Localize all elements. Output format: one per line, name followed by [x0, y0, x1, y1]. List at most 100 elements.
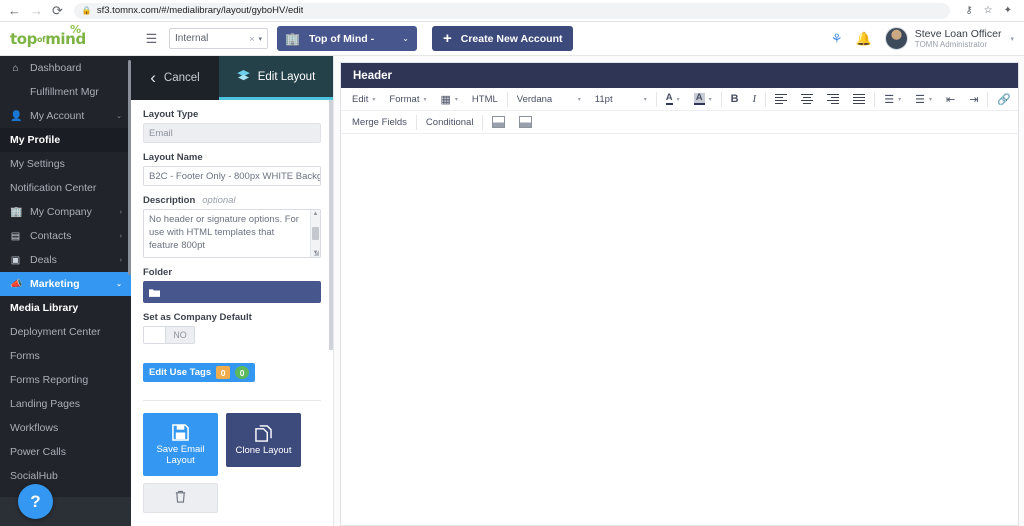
align-right-button[interactable]: [820, 90, 846, 109]
sidebar-item-marketing[interactable]: 📣 Marketing ⌄: [0, 272, 131, 296]
sidebar-item-my-settings[interactable]: My Settings: [0, 152, 131, 176]
sidebar-item-forms-reporting[interactable]: Forms Reporting: [0, 368, 131, 392]
table-menu[interactable]: ▦ ▾: [434, 90, 465, 109]
company-default-toggle[interactable]: NO: [143, 326, 195, 344]
scroll-thumb[interactable]: [312, 227, 319, 240]
app-logo[interactable]: topofmind %: [0, 23, 131, 48]
sidebar-item-socialhub[interactable]: SocialHub: [0, 464, 131, 488]
key-icon[interactable]: ⚷: [965, 5, 972, 16]
address-bar-url: sf3.tomnx.com/#/medialibrary/layout/gybo…: [96, 5, 304, 16]
internal-select[interactable]: Internal × ▾: [169, 28, 268, 49]
clone-layout-button[interactable]: Clone Layout: [226, 413, 301, 467]
clear-icon[interactable]: ×: [249, 34, 254, 44]
bell-icon[interactable]: 🔔: [856, 32, 872, 45]
bug-icon[interactable]: ⚘: [831, 32, 843, 45]
bold-button[interactable]: B: [724, 90, 746, 109]
user-menu[interactable]: Steve Loan Officer TOMN Administrator ▾: [884, 27, 1014, 50]
logo-top: top: [10, 29, 38, 48]
sidebar-item-deals[interactable]: ▣ Deals ›: [0, 248, 131, 272]
panel-tabbar: ‹ Cancel Edit Layout: [131, 56, 333, 100]
logo-text: topofmind %: [10, 23, 86, 48]
save-email-layout-button[interactable]: Save Email Layout: [143, 413, 218, 476]
sidebar-item-fulfillment-mgr[interactable]: Fulfillment Mgr: [0, 80, 131, 104]
align-left-button[interactable]: [768, 90, 794, 109]
sidebar-item-deployment-center[interactable]: Deployment Center: [0, 320, 131, 344]
sidebar-item-workflows[interactable]: Workflows: [0, 416, 131, 440]
indent-button[interactable]: ⇥: [962, 90, 985, 109]
chevron-down-icon: ▾: [1010, 35, 1014, 43]
format-menu[interactable]: Format ▾: [382, 90, 433, 109]
sidebar-item-my-company[interactable]: 🏢 My Company ›: [0, 200, 131, 224]
sidebar-item-my-profile[interactable]: My Profile: [0, 128, 131, 152]
sidebar-item-landing-pages[interactable]: Landing Pages: [0, 392, 131, 416]
description-textarea[interactable]: No header or signature options. For use …: [143, 209, 321, 258]
delete-layout-button[interactable]: [143, 483, 218, 513]
chevron-down-icon: ▾: [258, 35, 262, 43]
align-center-button[interactable]: [794, 90, 820, 109]
sidebar-collapse-icon[interactable]: ☰: [143, 30, 160, 47]
sidebar-item-label: Media Library: [10, 302, 79, 314]
insert-image-button[interactable]: [485, 113, 512, 132]
outdent-button[interactable]: ⇤: [939, 90, 962, 109]
user-text: Steve Loan Officer TOMN Administrator: [915, 28, 1002, 49]
contacts-icon: ▤: [10, 230, 21, 242]
user-icon: 👤: [10, 110, 23, 122]
sidebar-item-power-calls[interactable]: Power Calls: [0, 440, 131, 464]
font-size-select[interactable]: 11pt ▾: [588, 90, 654, 109]
editor-canvas[interactable]: [341, 134, 1019, 464]
layout-name-label: Layout Name: [143, 152, 203, 163]
header-tools: ☰ Internal × ▾ 🏢 Top of Mind - ⌄ + Creat…: [131, 26, 574, 51]
edit-menu[interactable]: Edit ▾: [345, 90, 382, 109]
sidebar-item-notification-center[interactable]: Notification Center: [0, 176, 131, 200]
chevron-down-icon: ▾: [423, 96, 427, 103]
create-new-account-button[interactable]: + Create New Account: [432, 26, 574, 51]
editor-card: Header Edit ▾ Format ▾ ▦ ▾ HTML Verdana …: [340, 62, 1020, 526]
font-family-select[interactable]: Verdana ▾: [510, 90, 588, 109]
highlight-color-button[interactable]: A ▾: [687, 90, 719, 109]
account-select[interactable]: 🏢 Top of Mind - ⌄: [277, 26, 417, 51]
sidebar-item-my-account[interactable]: 👤 My Account ⌄: [0, 104, 131, 128]
insert-link-button[interactable]: 🔗: [990, 90, 1018, 109]
link-icon: 🔗: [997, 93, 1012, 106]
scroll-up-icon[interactable]: ▲: [313, 211, 319, 217]
merge-fields-button[interactable]: Merge Fields: [345, 113, 414, 132]
conditional-button[interactable]: Conditional: [419, 113, 481, 132]
extensions-icon[interactable]: ✦: [1004, 5, 1012, 16]
folder-select[interactable]: [143, 281, 321, 303]
number-list-button[interactable]: ☰ ▾: [908, 90, 939, 109]
insert-media-button[interactable]: [512, 113, 539, 132]
user-name: Steve Loan Officer: [914, 27, 1002, 40]
html-button[interactable]: HTML: [465, 90, 505, 109]
sidebar-item-label: Fulfillment Mgr: [30, 86, 99, 98]
sidebar-item-label: My Company: [30, 206, 92, 218]
save-email-layout-label: Save Email Layout: [156, 443, 205, 466]
sidebar-item-media-library[interactable]: Media Library: [0, 296, 131, 320]
cancel-button[interactable]: ‹ Cancel: [131, 56, 219, 100]
browser-forward-icon[interactable]: →: [30, 4, 43, 17]
building-icon: 🏢: [285, 31, 300, 46]
help-button[interactable]: ?: [18, 484, 53, 519]
avatar: [884, 27, 908, 50]
align-justify-button[interactable]: [846, 90, 872, 109]
align-right-icon: [827, 93, 840, 105]
browser-back-icon[interactable]: ←: [8, 4, 21, 17]
sidebar-item-forms[interactable]: Forms: [0, 344, 131, 368]
panel-scrollbar[interactable]: [329, 100, 333, 350]
sidebar-item-contacts[interactable]: ▤ Contacts ›: [0, 224, 131, 248]
tab-edit-layout[interactable]: Edit Layout: [219, 56, 333, 100]
number-list-icon: ☰: [915, 93, 925, 106]
app-header: topofmind % ☰ Internal × ▾ 🏢 Top of Mind…: [0, 22, 1024, 56]
sidebar-item-label: Deals: [30, 254, 57, 266]
edit-use-tags-button[interactable]: Edit Use Tags 0 0: [143, 363, 256, 382]
text-color-button[interactable]: A ▾: [659, 90, 687, 109]
bullet-list-button[interactable]: ☰ ▾: [877, 90, 908, 109]
cancel-label: Cancel: [163, 72, 200, 84]
bookmark-star-icon[interactable]: ☆: [984, 5, 993, 16]
resize-grip-icon[interactable]: ◢: [314, 249, 319, 257]
italic-button[interactable]: I: [746, 90, 764, 109]
sidebar-item-dashboard[interactable]: ⌂ Dashboard: [0, 56, 131, 80]
layout-name-input[interactable]: B2C - Footer Only - 800px WHITE Backgro: [143, 166, 321, 186]
address-bar[interactable]: 🔒 sf3.tomnx.com/#/medialibrary/layout/gy…: [73, 2, 951, 19]
browser-reload-icon[interactable]: ⟳: [52, 4, 63, 17]
home-icon: ⌂: [12, 62, 19, 74]
